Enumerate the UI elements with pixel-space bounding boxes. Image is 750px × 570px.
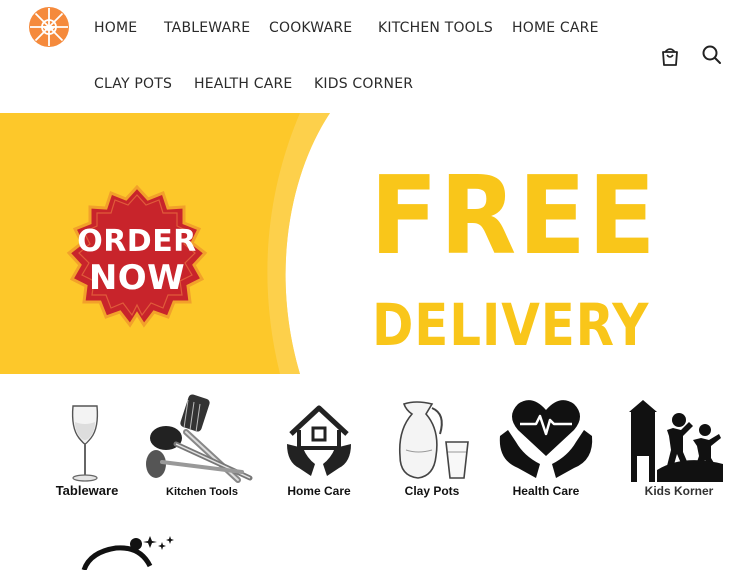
home-care-icon: [287, 405, 351, 476]
category-label: Health Care: [512, 484, 580, 498]
category-home-care[interactable]: Home Care: [259, 388, 379, 500]
category-label: Home Care: [287, 484, 351, 498]
category-tableware[interactable]: Tableware: [27, 388, 147, 500]
badge-line2: NOW: [88, 258, 186, 298]
kitchen-utensils-icon: [146, 394, 253, 483]
category-label: Tableware: [55, 483, 119, 498]
badge-line1: ORDER: [77, 224, 197, 259]
cart-icon[interactable]: [659, 46, 681, 68]
category-label: Kids Korner: [644, 484, 714, 498]
category-kitchen-tools[interactable]: Kitchen Tools: [142, 388, 262, 500]
site-header: HOME TABLEWARE COOKWARE KITCHEN TOOLS HO…: [0, 0, 750, 114]
nav-kitchen-tools[interactable]: KITCHEN TOOLS: [378, 20, 493, 36]
nav-health-care[interactable]: HEALTH CARE: [194, 76, 292, 92]
clay-pot-icon: [398, 401, 469, 479]
category-label: Clay Pots: [404, 484, 460, 498]
category-clay-pots[interactable]: Clay Pots: [372, 388, 492, 500]
banner-headline: FREE: [370, 154, 658, 279]
brand-logo[interactable]: [28, 6, 70, 48]
category-health-care[interactable]: Health Care: [486, 388, 606, 500]
category-label: Kitchen Tools: [166, 486, 238, 498]
nav-home-care[interactable]: HOME CARE: [512, 20, 599, 36]
nav-kids-corner[interactable]: KIDS CORNER: [314, 76, 413, 92]
nav-home[interactable]: HOME: [94, 20, 137, 36]
category-kids-corner[interactable]: Kids Korner: [619, 388, 739, 500]
health-care-icon: [499, 400, 593, 478]
search-icon[interactable]: [701, 44, 723, 66]
cleaning-icon: [81, 536, 174, 570]
nav-tableware[interactable]: TABLEWARE: [164, 20, 250, 36]
banner-subheadline: DELIVERY: [372, 291, 650, 359]
kids-icon: [629, 400, 723, 482]
wine-glass-icon: [71, 405, 99, 482]
nav-clay-pots[interactable]: CLAY POTS: [94, 76, 172, 92]
nav-cookware[interactable]: COOKWARE: [269, 20, 352, 36]
